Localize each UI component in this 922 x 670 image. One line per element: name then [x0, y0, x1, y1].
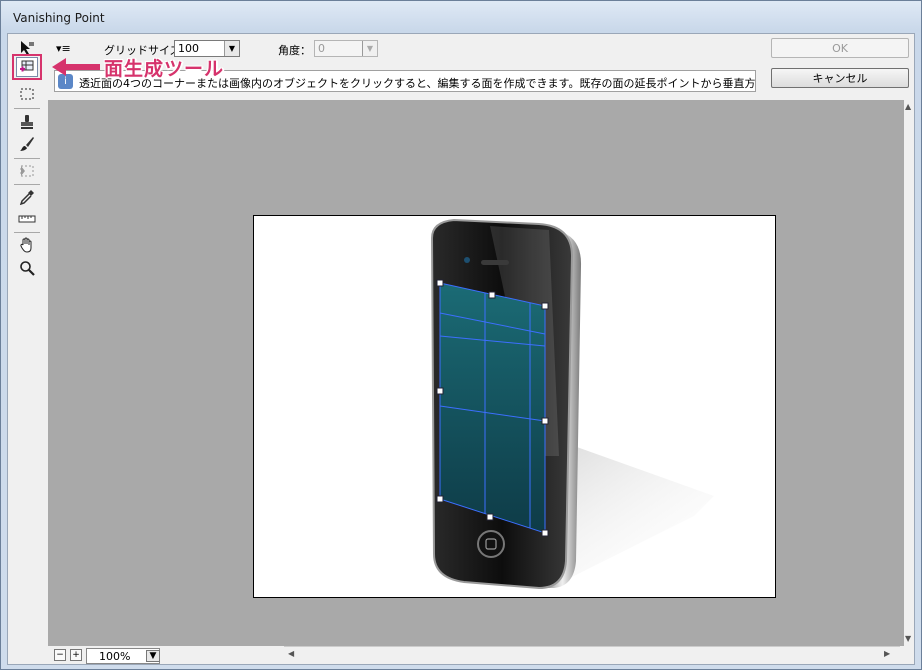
eyedropper-icon[interactable] — [16, 187, 38, 207]
tool-separator — [14, 158, 40, 159]
cancel-button[interactable]: キャンセル — [771, 68, 909, 88]
chevron-down-icon[interactable]: ▼ — [224, 41, 239, 56]
horizontal-scrollbar[interactable]: ◀ ▶ — [284, 646, 900, 662]
callout-annotation: 面生成ツール — [52, 52, 224, 82]
preview-canvas[interactable] — [48, 100, 904, 646]
scroll-right-icon[interactable]: ▶ — [884, 649, 890, 658]
arrow-shaft — [66, 64, 100, 70]
image-preview[interactable] — [253, 215, 776, 598]
angle-combo[interactable]: 0 ▼ — [314, 40, 378, 57]
brush-icon[interactable] — [16, 134, 38, 154]
title-bar[interactable]: Vanishing Point — [1, 1, 921, 33]
chevron-down-icon[interactable]: ▼ — [362, 41, 377, 56]
scroll-left-icon[interactable]: ◀ — [288, 649, 294, 658]
angle-value: 0 — [318, 42, 325, 55]
tool-separator — [14, 108, 40, 109]
phone-image — [430, 218, 714, 590]
zoom-out-button[interactable]: − — [54, 649, 66, 661]
chevron-down-icon[interactable]: ▼ — [146, 650, 160, 662]
arrow-left-icon — [52, 58, 66, 76]
zoom-icon[interactable] — [16, 258, 38, 278]
zoom-level-value: 100% — [99, 650, 131, 663]
scroll-down-icon[interactable]: ▼ — [905, 634, 911, 643]
window: Vanishing Point ▾≡ グリッドサイズ： 100 ▼ 角度： 0 … — [0, 0, 922, 670]
tool-separator — [14, 184, 40, 185]
window-title: Vanishing Point — [13, 11, 105, 25]
zoom-in-button[interactable]: + — [70, 649, 82, 661]
ruler-icon[interactable] — [16, 209, 38, 229]
tool-panel — [8, 34, 46, 664]
callout-label: 面生成ツール — [104, 57, 225, 80]
marquee-icon[interactable] — [16, 84, 38, 104]
stamp-icon[interactable] — [16, 112, 38, 132]
ok-button[interactable]: OK — [771, 38, 909, 58]
create-plane-icon[interactable] — [16, 57, 38, 77]
transform-icon[interactable] — [16, 161, 38, 181]
angle-label: 角度： — [278, 44, 311, 57]
hand-icon[interactable] — [16, 235, 38, 255]
vertical-scrollbar[interactable]: ▲ ▼ — [904, 100, 914, 646]
tool-separator — [14, 232, 40, 233]
zoom-controls: − + 100% ▼ — [48, 646, 284, 664]
dialog-client: ▾≡ グリッドサイズ： 100 ▼ 角度： 0 ▼ i 透近面の4つのコーナーま… — [7, 33, 915, 665]
scroll-up-icon[interactable]: ▲ — [905, 102, 911, 111]
